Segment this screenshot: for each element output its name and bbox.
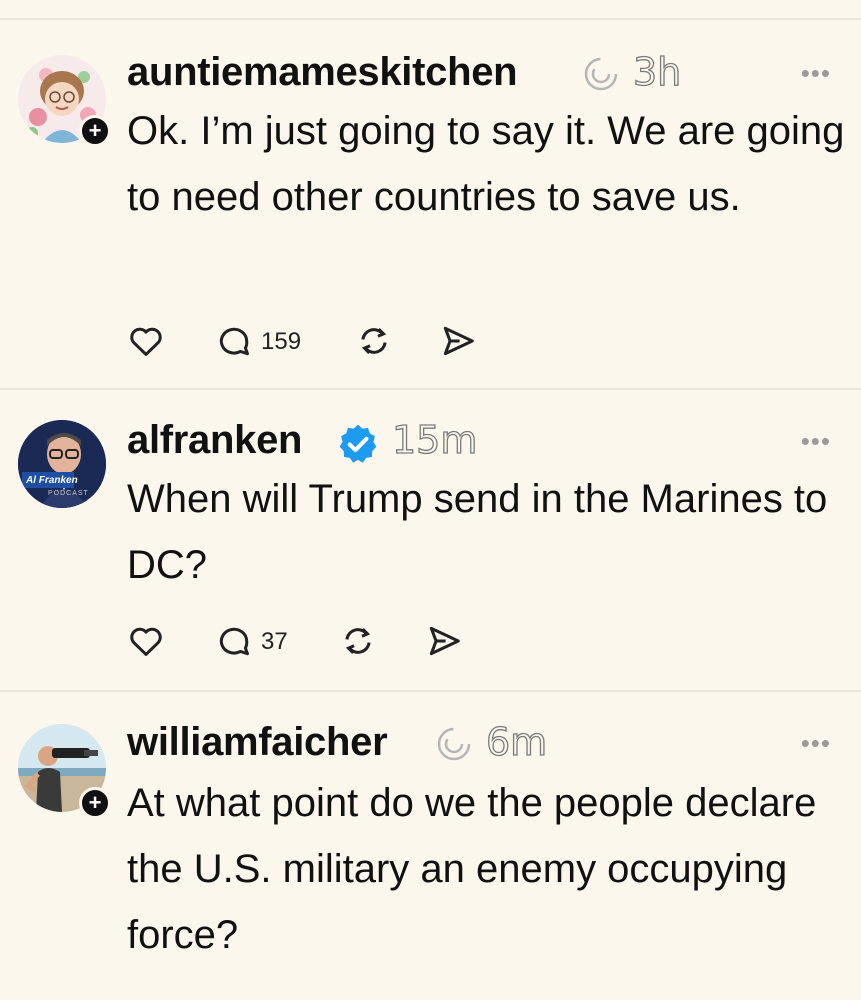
- follow-plus-icon[interactable]: +: [79, 787, 111, 819]
- reply-bubble-icon[interactable]: [215, 322, 253, 360]
- post-text: When will Trump send in the Marines to D…: [127, 477, 828, 587]
- repost-icon[interactable]: [339, 622, 377, 660]
- post-auntiemameskitchen[interactable]: + auntiemameskitchen 3h ••• Ok. I’m just…: [0, 0, 861, 388]
- more-options-icon[interactable]: •••: [801, 426, 831, 457]
- like-heart-icon[interactable]: [127, 322, 165, 360]
- avatar-caption-small: PODCAST: [48, 490, 89, 497]
- follow-plus-icon[interactable]: +: [79, 115, 111, 147]
- timestamp[interactable]: 6m: [485, 719, 548, 764]
- username[interactable]: auntiemameskitchen: [127, 50, 518, 95]
- avatar-caption: Al Franken: [26, 475, 78, 486]
- share-send-icon[interactable]: [439, 322, 477, 360]
- post-actions: 159: [127, 322, 627, 362]
- post-alfranken[interactable]: Al Franken PODCAST alfranken 15m ••• Whe…: [0, 390, 861, 690]
- username[interactable]: williamfaicher: [127, 720, 388, 765]
- more-options-icon[interactable]: •••: [801, 58, 831, 89]
- post-text: At what point do we the people declare t…: [127, 781, 817, 957]
- share-send-icon[interactable]: [425, 622, 463, 660]
- post-williamfaicher[interactable]: + williamfaicher 6m ••• At what point do…: [0, 692, 861, 1000]
- reply-bubble-icon[interactable]: [215, 622, 253, 660]
- thread-spiral-icon: [437, 727, 471, 761]
- reply-count: 159: [261, 328, 302, 355]
- username[interactable]: alfranken: [127, 418, 302, 463]
- post-actions: 37: [127, 622, 627, 662]
- timestamp[interactable]: 3h: [632, 49, 682, 94]
- avatar[interactable]: Al Franken PODCAST: [18, 420, 106, 508]
- thread-spiral-icon: [584, 57, 618, 91]
- verified-check-icon: [339, 424, 377, 463]
- repost-icon[interactable]: [355, 322, 393, 360]
- more-options-icon[interactable]: •••: [801, 728, 831, 759]
- post-text: Ok. I’m just going to say it. We are goi…: [127, 109, 845, 219]
- reply-count: 37: [261, 628, 288, 655]
- like-heart-icon[interactable]: [127, 622, 165, 660]
- timestamp[interactable]: 15m: [391, 417, 478, 462]
